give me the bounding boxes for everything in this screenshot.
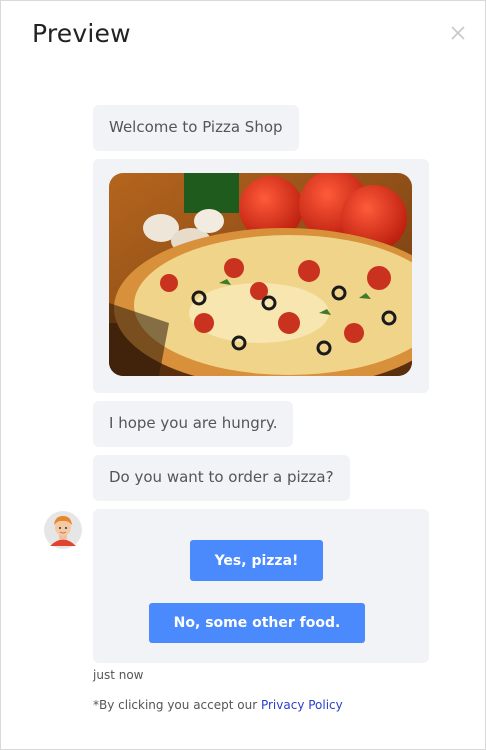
message-text: Do you want to order a pizza? [109, 468, 334, 486]
close-icon[interactable] [450, 25, 466, 41]
privacy-notice: *By clicking you accept our Privacy Poli… [93, 698, 343, 712]
message-timestamp: just now [93, 668, 144, 682]
chat-message-image [93, 159, 429, 393]
chat-message-question: Do you want to order a pizza? [93, 455, 350, 501]
dialog-title: Preview [32, 19, 131, 48]
privacy-notice-text: *By clicking you accept our [93, 698, 261, 712]
chat-message-hungry: I hope you are hungry. [93, 401, 294, 447]
bot-avatar [44, 511, 82, 549]
chat-message-welcome: Welcome to Pizza Shop [93, 105, 299, 151]
other-food-button[interactable]: No, some other food. [149, 603, 365, 643]
choice-buttons-card: Yes, pizza! No, some other food. [93, 509, 429, 663]
yes-pizza-button[interactable]: Yes, pizza! [190, 540, 323, 581]
message-text: I hope you are hungry. [109, 414, 278, 432]
message-text: Welcome to Pizza Shop [109, 118, 283, 136]
pizza-image [109, 173, 412, 376]
privacy-policy-link[interactable]: Privacy Policy [261, 698, 343, 712]
preview-dialog: Preview Welcome to Pizza Shop I hope you… [0, 0, 486, 750]
